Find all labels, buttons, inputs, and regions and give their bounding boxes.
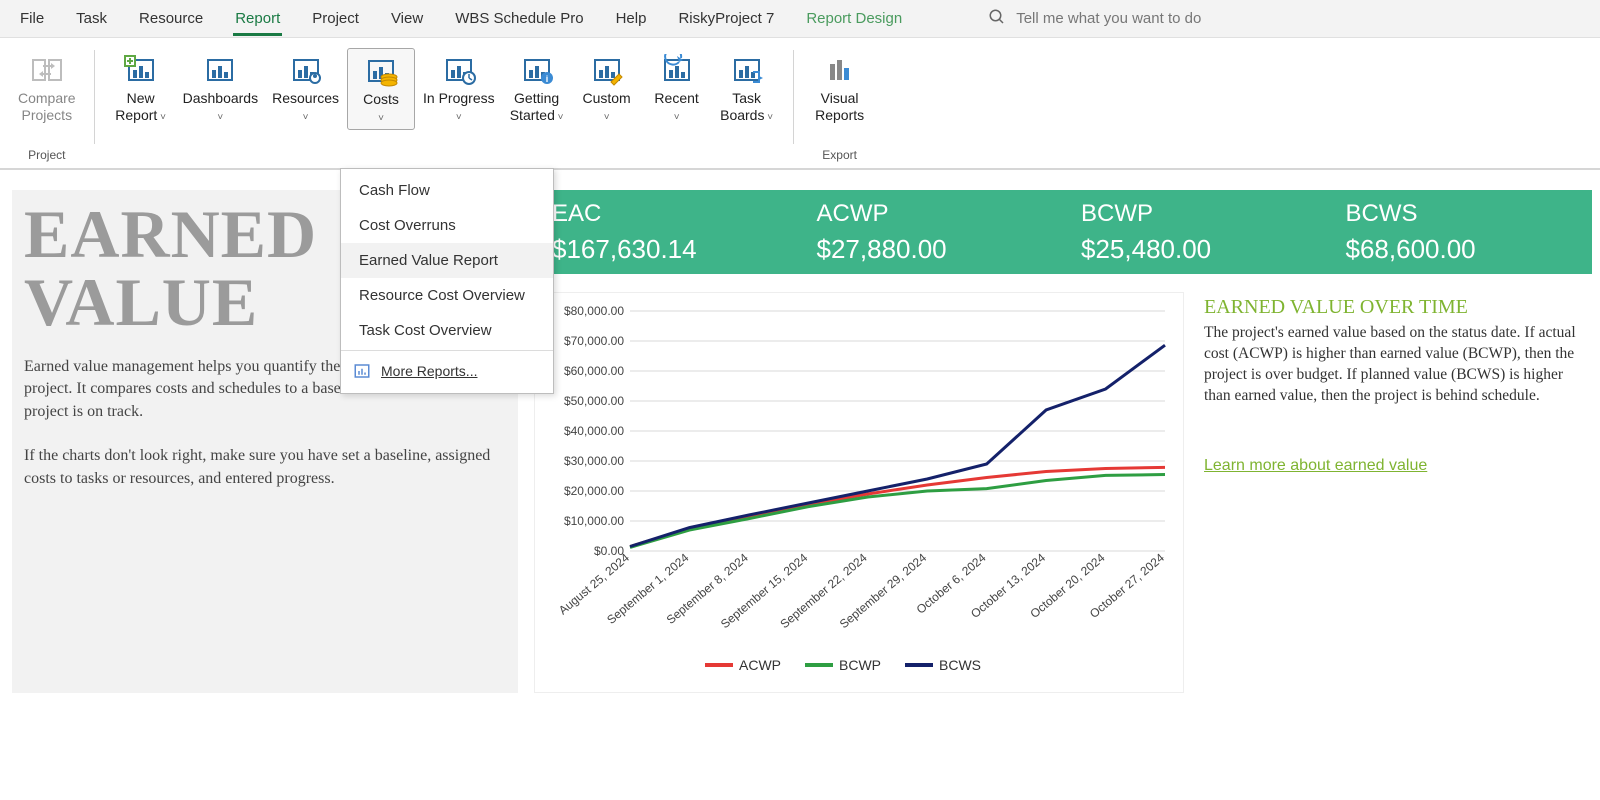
menu-view[interactable]: View <box>375 2 439 35</box>
dropdown-earned-value-report[interactable]: Earned Value Report <box>341 243 553 278</box>
more-reports-item[interactable]: More Reports... <box>341 353 553 389</box>
menu-wbs-schedule-pro[interactable]: WBS Schedule Pro <box>439 2 599 35</box>
menu-report-design[interactable]: Report Design <box>790 2 918 35</box>
svg-text:$70,000.00: $70,000.00 <box>564 334 624 348</box>
chevron-down-icon: ˅ <box>456 112 462 123</box>
kpi-bcwp: BCWP$25,480.00 <box>1063 190 1328 274</box>
visual-reports-icon <box>820 52 860 88</box>
kpi-eac: EAC$167,630.14 <box>534 190 799 274</box>
svg-text:$80,000.00: $80,000.00 <box>564 304 624 318</box>
dashboards-icon <box>200 52 240 88</box>
tell-me-search[interactable]: Tell me what you want to do <box>988 8 1201 29</box>
chevron-down-icon: ˅ <box>157 112 166 123</box>
svg-text:BCWP: BCWP <box>839 657 881 673</box>
chevron-down-icon: ˅ <box>217 112 223 123</box>
menu-riskyproject-7[interactable]: RiskyProject 7 <box>662 2 790 35</box>
ribbon-task-boards[interactable]: TaskBoards ˅ <box>713 48 781 130</box>
ribbon-in-progress[interactable]: In Progress ˅ <box>417 48 501 130</box>
svg-text:$10,000.00: $10,000.00 <box>564 514 624 528</box>
ribbon-resources[interactable]: Resources ˅ <box>266 48 345 130</box>
svg-text:i: i <box>545 74 548 84</box>
report-paragraph-2: If the charts don't look right, make sur… <box>24 445 506 490</box>
kpi-row: EAC$167,630.14ACWP$27,880.00BCWP$25,480.… <box>534 190 1592 274</box>
menubar: FileTaskResourceReportProjectViewWBS Sch… <box>0 0 1600 38</box>
chevron-down-icon: ˅ <box>555 112 564 123</box>
ribbon-visual-reports[interactable]: VisualReports <box>806 48 874 128</box>
menu-task[interactable]: Task <box>60 2 123 35</box>
recent-icon <box>657 52 697 88</box>
svg-text:$60,000.00: $60,000.00 <box>564 364 624 378</box>
new-report-icon <box>121 52 161 88</box>
ribbon-new-report[interactable]: NewReport ˅ <box>107 48 175 130</box>
chevron-down-icon: ˅ <box>604 112 610 123</box>
custom-icon <box>587 52 627 88</box>
chevron-down-icon: ˅ <box>303 112 309 123</box>
getting-started-icon: i <box>517 52 557 88</box>
ribbon-custom[interactable]: Custom ˅ <box>573 48 641 130</box>
svg-text:$20,000.00: $20,000.00 <box>564 484 624 498</box>
svg-text:$40,000.00: $40,000.00 <box>564 424 624 438</box>
compare-projects-icon <box>27 52 67 88</box>
report-body: EARNED VALUE Earned value management hel… <box>0 170 1600 703</box>
resources-icon <box>286 52 326 88</box>
menu-file[interactable]: File <box>4 2 60 35</box>
chart-side-heading: EARNED VALUE OVER TIME <box>1204 296 1582 319</box>
search-placeholder: Tell me what you want to do <box>1016 10 1201 27</box>
ribbon-recent[interactable]: Recent ˅ <box>643 48 711 130</box>
ribbon-costs[interactable]: Costs ˅ <box>347 48 415 130</box>
kpi-acwp: ACWP$27,880.00 <box>799 190 1064 274</box>
kpi-bcws: BCWS$68,600.00 <box>1328 190 1593 274</box>
ribbon-compare-projects: CompareProjects <box>12 48 82 128</box>
task-boards-icon <box>727 52 767 88</box>
costs-icon <box>361 53 401 89</box>
ribbon: CompareProjectsProjectNewReport ˅Dashboa… <box>0 38 1600 170</box>
earned-value-chart[interactable]: $0.00$10,000.00$20,000.00$30,000.00$40,0… <box>534 292 1184 693</box>
chevron-down-icon: ˅ <box>378 113 384 124</box>
dropdown-cash-flow[interactable]: Cash Flow <box>341 173 553 208</box>
svg-text:$30,000.00: $30,000.00 <box>564 454 624 468</box>
search-icon <box>988 8 1006 29</box>
menu-resource[interactable]: Resource <box>123 2 219 35</box>
chevron-down-icon: ˅ <box>674 112 680 123</box>
dropdown-cost-overruns[interactable]: Cost Overruns <box>341 208 553 243</box>
chevron-down-icon: ˅ <box>764 112 773 123</box>
in-progress-icon <box>439 52 479 88</box>
learn-more-link[interactable]: Learn more about earned value <box>1204 457 1427 475</box>
ribbon-dashboards[interactable]: Dashboards ˅ <box>177 48 265 130</box>
report-icon <box>353 362 371 380</box>
svg-text:ACWP: ACWP <box>739 657 781 673</box>
ribbon-getting-started[interactable]: iGettingStarted ˅ <box>503 48 571 130</box>
chart-side-text: The project's earned value based on the … <box>1204 323 1582 407</box>
svg-text:BCWS: BCWS <box>939 657 981 673</box>
dropdown-resource-cost-overview[interactable]: Resource Cost Overview <box>341 278 553 313</box>
menu-help[interactable]: Help <box>600 2 663 35</box>
menu-report[interactable]: Report <box>219 2 296 35</box>
menu-project[interactable]: Project <box>296 2 375 35</box>
costs-dropdown: Cash FlowCost OverrunsEarned Value Repor… <box>340 168 554 394</box>
svg-text:$50,000.00: $50,000.00 <box>564 394 624 408</box>
dropdown-task-cost-overview[interactable]: Task Cost Overview <box>341 313 553 348</box>
